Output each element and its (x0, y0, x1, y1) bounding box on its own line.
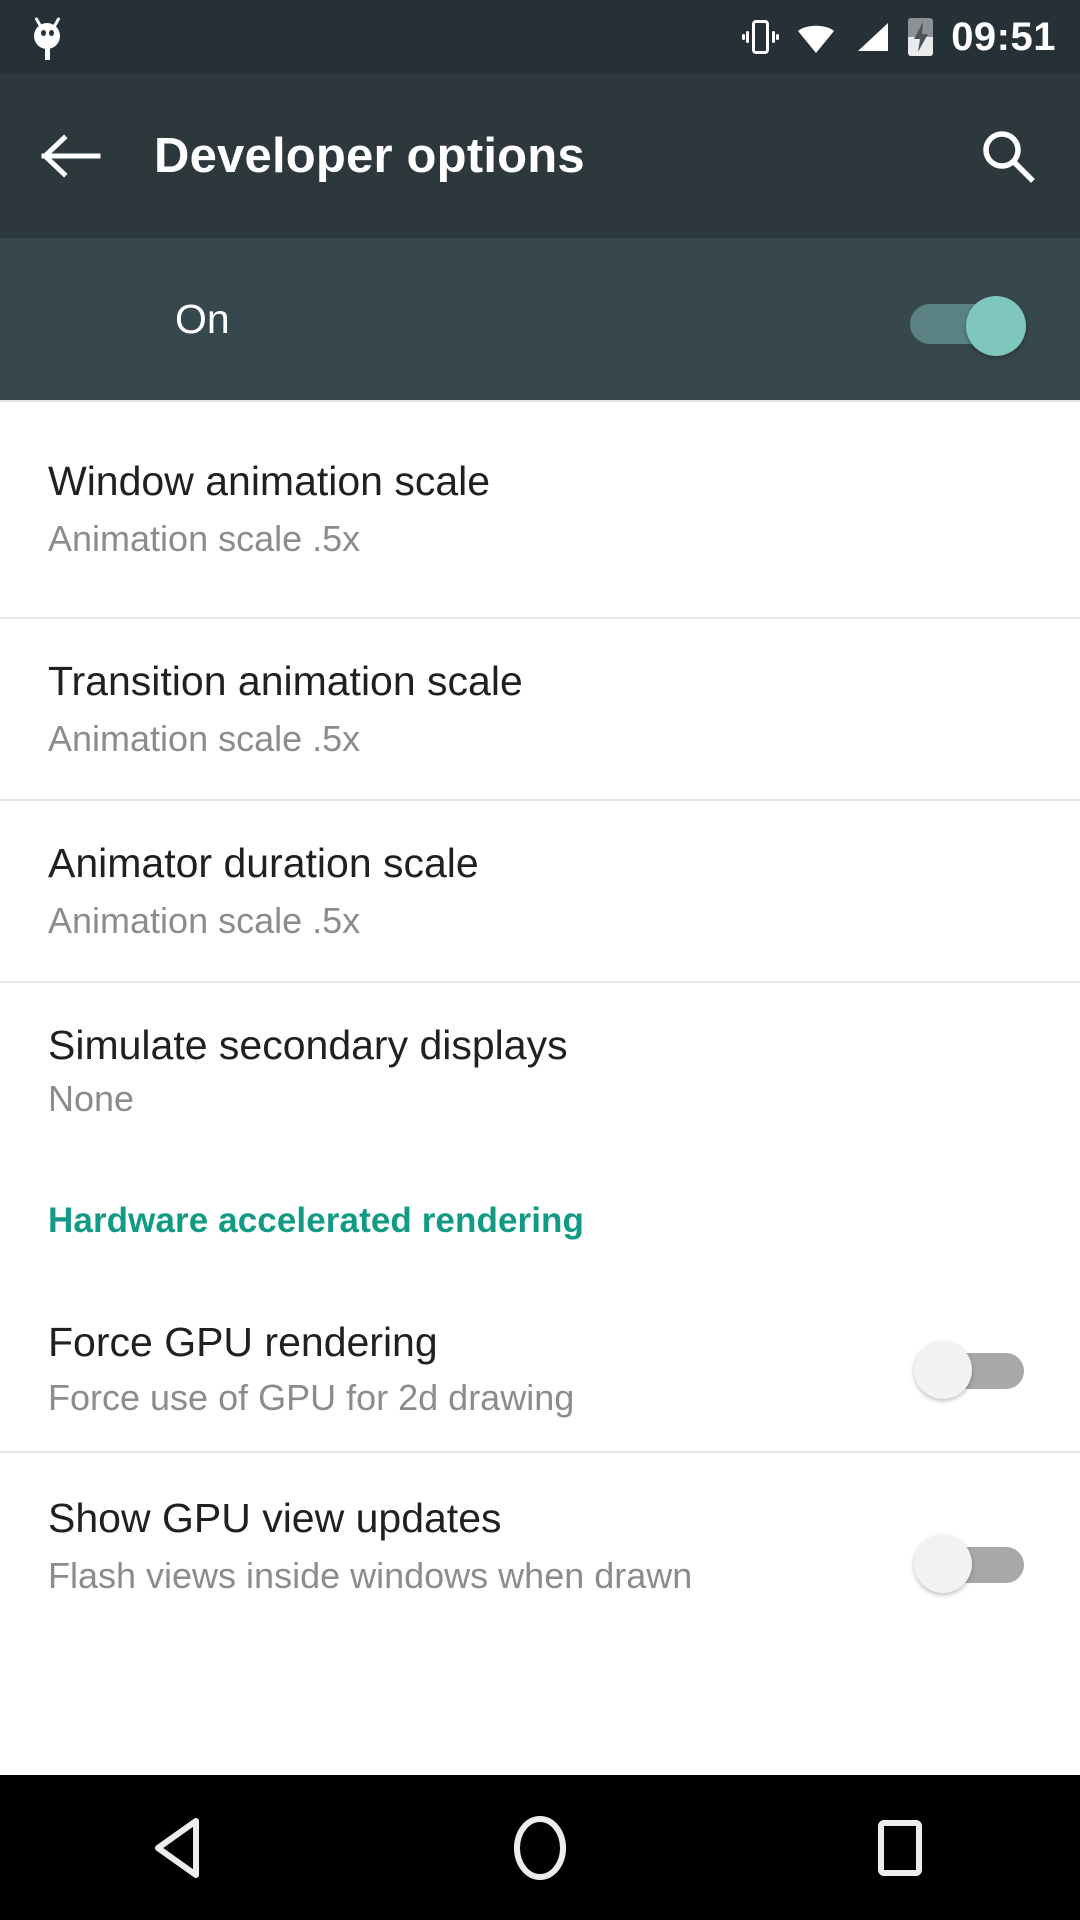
battery-charging-icon (908, 17, 934, 56)
toggle-force-gpu-rendering[interactable] (914, 1340, 1024, 1399)
list-item-subtitle: Animation scale .5x (48, 518, 361, 560)
toggle-thumb (914, 1534, 972, 1593)
status-bar-left (28, 14, 66, 60)
status-bar-right: 09:51 (742, 17, 1056, 57)
list-item-subtitle: None (48, 1077, 135, 1119)
toggle-thumb (914, 1340, 972, 1399)
list-item-force-gpu-rendering[interactable]: Force GPU rendering Force use of GPU for… (0, 1288, 1080, 1451)
list-item-text: Transition animation scale Animation sca… (48, 657, 1032, 759)
home-nav-icon[interactable] (450, 1775, 630, 1920)
master-switch-thumb (966, 296, 1026, 356)
list-item-text: Window animation scale Animation scale .… (48, 458, 1032, 560)
toggle-show-gpu-view-updates[interactable] (914, 1534, 1024, 1593)
master-switch-toggle[interactable] (910, 296, 1026, 356)
list-item-animator-duration-scale[interactable]: Animator duration scale Animation scale … (0, 801, 1080, 981)
list-item-title: Show GPU view updates (48, 1495, 502, 1542)
list-item-subtitle: Animation scale .5x (48, 899, 361, 941)
back-arrow-icon[interactable] (16, 101, 126, 211)
section-header-label: Hardware accelerated rendering (48, 1200, 585, 1240)
list-item-text: Simulate secondary displays None (48, 1022, 1032, 1119)
list-item-text: Show GPU view updates Flash views inside… (48, 1495, 914, 1597)
search-icon[interactable] (958, 106, 1058, 206)
list-item-text: Force GPU rendering Force use of GPU for… (48, 1319, 914, 1419)
usb-debugging-bug-icon (28, 14, 66, 60)
list-item-subtitle: Flash views inside windows when drawn (48, 1555, 693, 1597)
list-item-text: Animator duration scale Animation scale … (48, 839, 1032, 941)
list-item-show-gpu-view-updates[interactable]: Show GPU view updates Flash views inside… (0, 1453, 1080, 1616)
list-item-subtitle: Animation scale .5x (48, 717, 361, 759)
status-bar: 09:51 (0, 0, 1080, 73)
recents-nav-icon[interactable] (810, 1775, 990, 1920)
list-item-subtitle: Force use of GPU for 2d drawing (48, 1377, 575, 1419)
settings-list[interactable]: Window animation scale Animation scale .… (0, 400, 1080, 1775)
page-title: Developer options (154, 128, 585, 183)
list-item-simulate-secondary-displays[interactable]: Simulate secondary displays None (0, 983, 1080, 1153)
system-navigation-bar (0, 1775, 1080, 1920)
list-item-title: Window animation scale (48, 458, 491, 505)
master-switch-label: On (175, 295, 230, 342)
back-nav-icon[interactable] (90, 1775, 270, 1920)
list-item-title: Transition animation scale (48, 657, 523, 704)
list-item-title: Animator duration scale (48, 839, 479, 886)
android-settings-screen: 09:51 Developer options On Window animat… (0, 0, 1080, 1920)
app-toolbar: Developer options (0, 73, 1080, 238)
cellular-signal-icon (858, 22, 889, 51)
section-header-hardware-accelerated-rendering: Hardware accelerated rendering (0, 1153, 1080, 1288)
list-item-title: Simulate secondary displays (48, 1022, 568, 1068)
status-bar-clock: 09:51 (951, 14, 1056, 59)
wifi-icon (798, 25, 835, 53)
list-item-transition-animation-scale[interactable]: Transition animation scale Animation sca… (0, 619, 1080, 799)
list-item-window-animation-scale[interactable]: Window animation scale Animation scale .… (0, 402, 1080, 617)
vibrate-icon (742, 18, 780, 56)
list-item-title: Force GPU rendering (48, 1319, 438, 1366)
developer-options-master-row[interactable]: On (0, 238, 1080, 400)
